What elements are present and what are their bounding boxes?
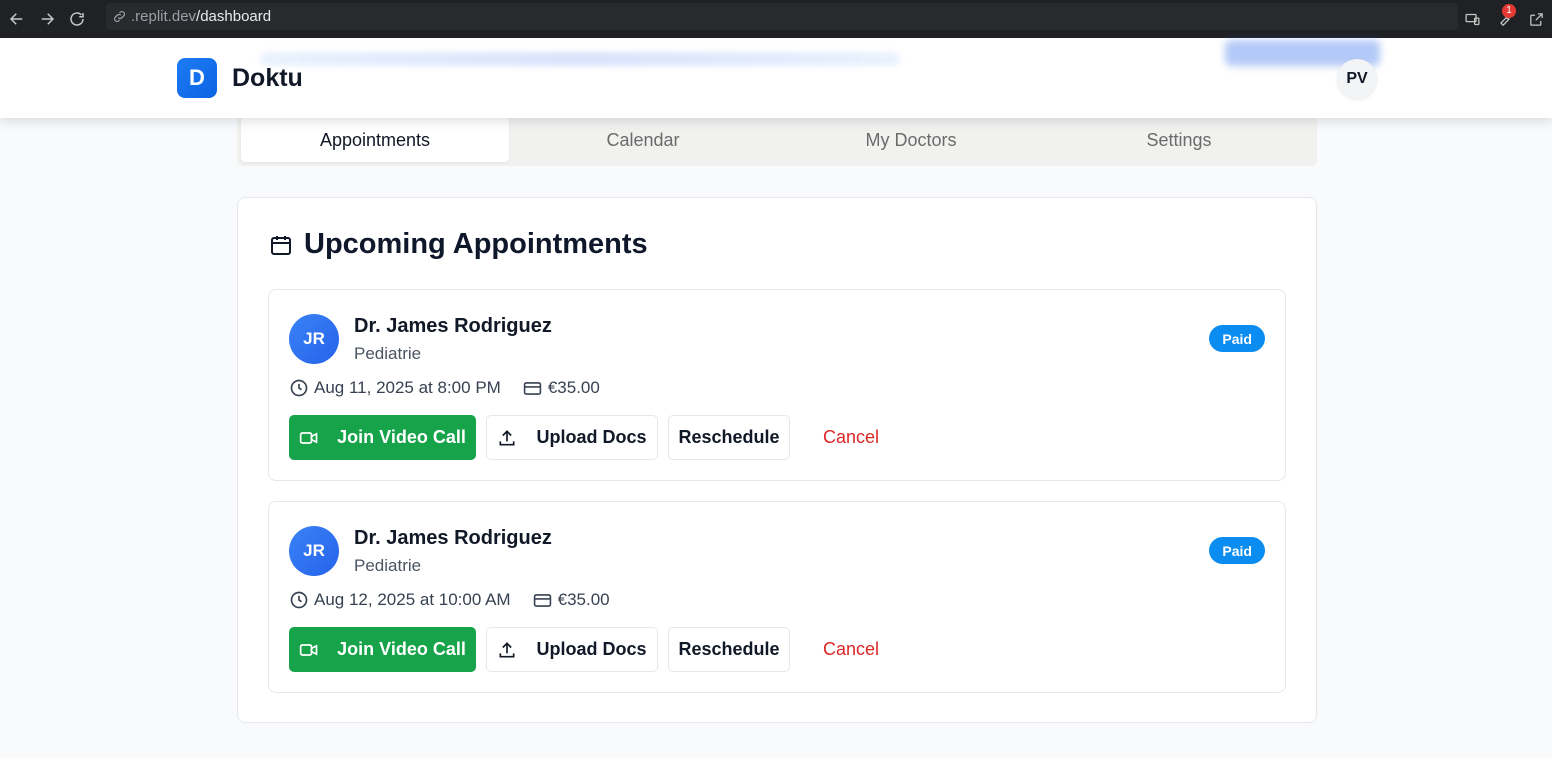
status-badge: Paid [1209,325,1265,352]
link-icon [114,11,125,22]
dashboard-tabs: Appointments Calendar My Doctors Setting… [237,115,1317,166]
credit-card-icon [533,593,551,607]
blurred-banner-text [260,52,900,66]
upload-docs-label: Upload Docs [536,427,647,447]
doctor-avatar: JR [289,314,339,364]
join-video-call-label: Join Video Call [337,427,466,447]
appointment-actions: Join Video Call Upload Docs Reschedule C… [289,627,912,672]
reload-icon [70,12,84,26]
arrow-left-icon [9,13,23,25]
reload-button[interactable] [62,4,92,34]
doctor-specialty: Pediatrie [354,344,422,363]
app-header: D Doktu PV [0,38,1552,118]
extensions-button[interactable]: 1 [1488,4,1520,34]
arrow-right-icon [41,13,55,25]
tab-calendar[interactable]: Calendar [509,118,777,162]
appointment-datetime: Aug 12, 2025 at 10:00 AM [314,590,511,609]
appointment-fee: €35.00 [547,378,600,397]
upcoming-appointments-card: Upcoming Appointments JR Dr. James Rodri… [237,197,1317,723]
clock-icon [290,591,308,609]
fee-group: €35.00 [533,590,610,610]
back-button[interactable] [2,4,32,34]
video-icon [299,643,318,656]
upload-docs-button[interactable]: Upload Docs [486,415,658,460]
calendar-icon [271,235,291,255]
tab-my-doctors[interactable]: My Doctors [777,118,1045,162]
cancel-button[interactable]: Cancel [800,627,902,672]
address-bar[interactable]: .replit.dev/dashboard [106,3,1458,30]
devices-icon [1464,13,1480,25]
section-title: Upcoming Appointments [304,228,648,260]
url-path: /dashboard [196,8,272,25]
logo-icon[interactable]: D [177,58,217,98]
upload-icon [499,641,515,657]
appointment-datetime: Aug 11, 2025 at 8:00 PM [314,378,501,397]
join-video-call-label: Join Video Call [337,639,466,659]
clock-icon [290,379,308,397]
doctor-specialty: Pediatrie [354,556,422,575]
browser-toolbar: .replit.dev/dashboard 1 [0,0,1552,38]
join-video-call-button[interactable]: Join Video Call [289,415,476,460]
fee-group: €35.00 [523,378,600,398]
open-external-button[interactable] [1520,4,1552,34]
brand-name[interactable]: Doktu [232,64,303,93]
external-link-icon [1529,12,1543,26]
video-icon [299,431,318,444]
appointment-actions: Join Video Call Upload Docs Reschedule C… [289,415,912,460]
status-badge: Paid [1209,537,1265,564]
doctor-name: Dr. James Rodriguez [354,527,552,549]
reschedule-button[interactable]: Reschedule [668,627,790,672]
appointment-item: JR Dr. James Rodriguez Pediatrie Paid Au… [268,289,1286,481]
upload-docs-label: Upload Docs [536,639,647,659]
user-avatar[interactable]: PV [1337,59,1377,99]
url-host: .replit.dev [131,8,197,25]
devices-button[interactable] [1456,4,1488,34]
credit-card-icon [523,381,542,395]
cancel-button[interactable]: Cancel [800,415,902,460]
doctor-name: Dr. James Rodriguez [354,315,552,337]
section-header: Upcoming Appointments [269,228,648,261]
tab-appointments[interactable]: Appointments [241,118,509,162]
appointment-fee: €35.00 [557,590,610,609]
appointment-item: JR Dr. James Rodriguez Pediatrie Paid Au… [268,501,1286,693]
appointment-meta: Aug 12, 2025 at 10:00 AM €35.00 [289,590,610,610]
reschedule-button[interactable]: Reschedule [668,415,790,460]
appointment-meta: Aug 11, 2025 at 8:00 PM €35.00 [289,378,600,398]
extension-badge: 1 [1502,4,1516,18]
doctor-avatar: JR [289,526,339,576]
tab-settings[interactable]: Settings [1045,118,1313,162]
upload-icon [499,429,515,445]
upload-docs-button[interactable]: Upload Docs [486,627,658,672]
join-video-call-button[interactable]: Join Video Call [289,627,476,672]
forward-button[interactable] [32,4,62,34]
